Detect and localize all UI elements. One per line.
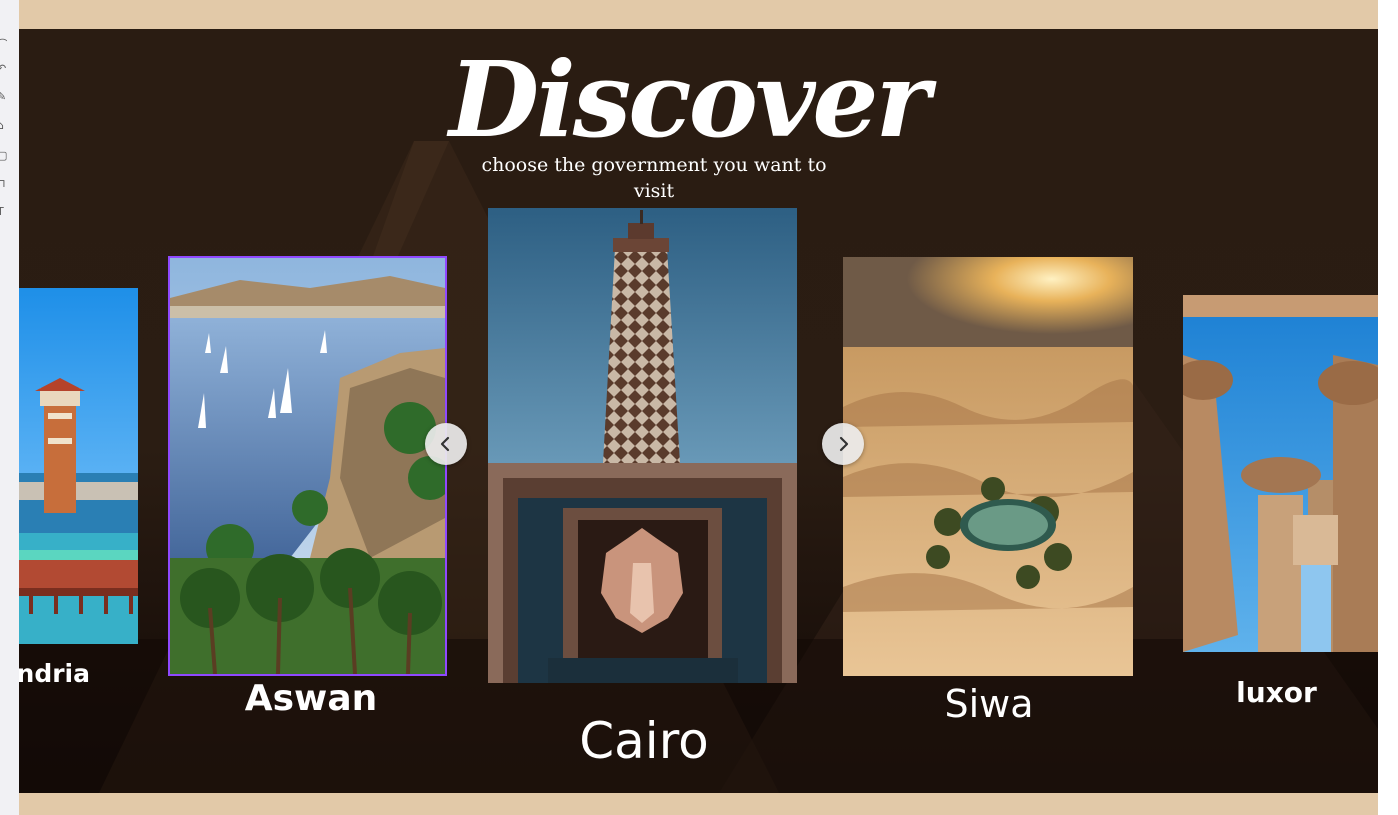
card-label-cairo: Cairo (579, 712, 709, 770)
carousel-next-button[interactable] (822, 423, 864, 465)
chevron-left-icon (440, 436, 450, 452)
card-label-siwa: Siwa (944, 682, 1034, 726)
carousel-prev-button[interactable] (425, 423, 467, 465)
pen-icon[interactable]: ✎ (0, 90, 7, 104)
discover-section: Discover choose the government you want … (19, 29, 1378, 793)
card-label-alexandria: andria (19, 659, 90, 688)
box-icon[interactable]: ▢ (0, 149, 7, 163)
bottom-band (19, 793, 1378, 815)
luxor-photo (1183, 295, 1378, 652)
card-label-luxor: luxor (1236, 676, 1317, 709)
aswan-photo (170, 258, 445, 674)
left-toolbar: ⌒ ↶ ✎ ⌂ ▢ ⊓ T (0, 0, 19, 815)
siwa-photo (843, 257, 1133, 676)
card-luxor[interactable] (1183, 295, 1378, 652)
card-aswan[interactable] (168, 256, 447, 676)
card-cairo[interactable] (488, 208, 797, 683)
undo-icon[interactable]: ↶ (0, 62, 7, 76)
cairo-photo (488, 208, 797, 683)
tag-icon[interactable]: ⌂ (0, 119, 7, 133)
chevron-right-icon (839, 436, 849, 452)
page-subtitle: choose the government you want to visit (481, 154, 827, 202)
card-label-aswan: Aswan (244, 678, 378, 719)
link-icon[interactable]: ⊓ (0, 177, 7, 191)
card-siwa[interactable] (843, 257, 1133, 676)
text-icon[interactable]: T (0, 205, 7, 219)
cursor-icon[interactable]: ⌒ (0, 38, 7, 52)
right-margin (1378, 0, 1398, 815)
top-band (19, 0, 1378, 29)
card-alexandria[interactable] (19, 288, 138, 644)
alexandria-photo (19, 288, 138, 644)
page-title: Discover (449, 38, 930, 161)
